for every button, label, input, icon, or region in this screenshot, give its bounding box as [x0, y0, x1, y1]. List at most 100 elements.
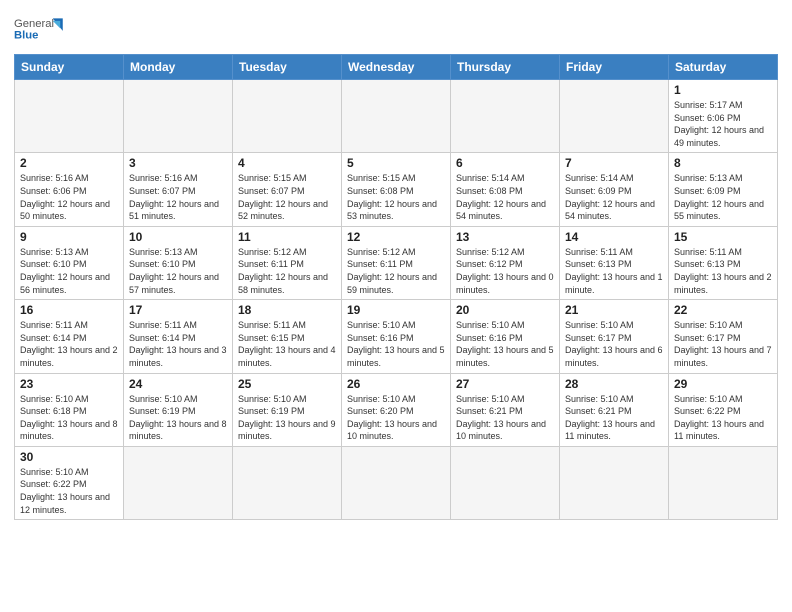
calendar-cell: 13 Sunrise: 5:12 AMSunset: 6:12 PMDayligh…	[451, 226, 560, 299]
calendar-week-4: 23Sunrise: 5:10 AMSunset: 6:18 PMDayligh…	[15, 373, 778, 446]
calendar-cell	[669, 446, 778, 519]
calendar-cell: 12 Sunrise: 5:12 AMSunset: 6:11 PMDayligh…	[342, 226, 451, 299]
calendar-week-3: 16Sunrise: 5:11 AMSunset: 6:14 PMDayligh…	[15, 300, 778, 373]
day-number: 18	[238, 303, 336, 317]
day-number: 3	[129, 156, 227, 170]
day-number: 24	[129, 377, 227, 391]
calendar-cell: 28 Sunrise: 5:10 AMSunset: 6:21 PMDayligh…	[560, 373, 669, 446]
calendar-cell	[451, 80, 560, 153]
calendar-cell: 21 Sunrise: 5:10 AMSunset: 6:17 PMDayligh…	[560, 300, 669, 373]
calendar-cell	[560, 80, 669, 153]
calendar-cell: 8 Sunrise: 5:13 AMSunset: 6:09 PMDaylight…	[669, 153, 778, 226]
calendar-cell: 6Sunrise: 5:14 AMSunset: 6:08 PMDaylight…	[451, 153, 560, 226]
calendar-cell	[124, 446, 233, 519]
day-info: Sunrise: 5:10 AMSunset: 6:19 PMDaylight:…	[129, 393, 227, 443]
calendar-cell: 17Sunrise: 5:11 AMSunset: 6:14 PMDayligh…	[124, 300, 233, 373]
day-info: Sunrise: 5:10 AMSunset: 6:16 PMDaylight:…	[347, 319, 445, 369]
calendar-cell: 15 Sunrise: 5:11 AMSunset: 6:13 PMDayligh…	[669, 226, 778, 299]
day-number: 27	[456, 377, 554, 391]
day-number: 22	[674, 303, 772, 317]
calendar-cell: 20 Sunrise: 5:10 AMSunset: 6:16 PMDayligh…	[451, 300, 560, 373]
calendar-cell: 30 Sunrise: 5:10 AMSunset: 6:22 PMDayligh…	[15, 446, 124, 519]
weekday-header-tuesday: Tuesday	[233, 55, 342, 80]
weekday-header-wednesday: Wednesday	[342, 55, 451, 80]
day-info: Sunrise: 5:16 AMSunset: 6:06 PMDaylight:…	[20, 172, 118, 222]
day-number: 5	[347, 156, 445, 170]
day-info: Sunrise: 5:15 AMSunset: 6:07 PMDaylight:…	[238, 172, 336, 222]
calendar-week-1: 2Sunrise: 5:16 AMSunset: 6:06 PMDaylight…	[15, 153, 778, 226]
day-number: 9	[20, 230, 118, 244]
calendar-cell: 1Sunrise: 5:17 AMSunset: 6:06 PMDaylight…	[669, 80, 778, 153]
day-info: Sunrise: 5:14 AMSunset: 6:09 PMDaylight:…	[565, 172, 663, 222]
day-number: 20	[456, 303, 554, 317]
day-info: Sunrise: 5:13 AMSunset: 6:10 PMDaylight:…	[20, 246, 118, 296]
day-info: Sunrise: 5:10 AMSunset: 6:20 PMDaylight:…	[347, 393, 445, 443]
calendar-cell	[124, 80, 233, 153]
day-info: Sunrise: 5:11 AMSunset: 6:13 PMDaylight:…	[565, 246, 663, 296]
day-info: Sunrise: 5:10 AMSunset: 6:17 PMDaylight:…	[674, 319, 772, 369]
day-number: 26	[347, 377, 445, 391]
calendar-cell: 14Sunrise: 5:11 AMSunset: 6:13 PMDayligh…	[560, 226, 669, 299]
calendar-cell: 24 Sunrise: 5:10 AMSunset: 6:19 PMDayligh…	[124, 373, 233, 446]
calendar-cell: 16Sunrise: 5:11 AMSunset: 6:14 PMDayligh…	[15, 300, 124, 373]
calendar-cell: 19 Sunrise: 5:10 AMSunset: 6:16 PMDayligh…	[342, 300, 451, 373]
calendar-cell: 2Sunrise: 5:16 AMSunset: 6:06 PMDaylight…	[15, 153, 124, 226]
calendar: SundayMondayTuesdayWednesdayThursdayFrid…	[14, 54, 778, 520]
day-number: 10	[129, 230, 227, 244]
weekday-header-saturday: Saturday	[669, 55, 778, 80]
day-info: Sunrise: 5:12 AMSunset: 6:11 PMDaylight:…	[347, 246, 445, 296]
day-number: 28	[565, 377, 663, 391]
day-number: 13	[456, 230, 554, 244]
weekday-header-thursday: Thursday	[451, 55, 560, 80]
calendar-cell	[342, 80, 451, 153]
calendar-cell: 4 Sunrise: 5:15 AMSunset: 6:07 PMDaylight…	[233, 153, 342, 226]
day-number: 29	[674, 377, 772, 391]
day-number: 11	[238, 230, 336, 244]
day-number: 7	[565, 156, 663, 170]
calendar-cell: 7 Sunrise: 5:14 AMSunset: 6:09 PMDaylight…	[560, 153, 669, 226]
day-number: 30	[20, 450, 118, 464]
day-number: 4	[238, 156, 336, 170]
calendar-cell: 29Sunrise: 5:10 AMSunset: 6:22 PMDayligh…	[669, 373, 778, 446]
day-number: 19	[347, 303, 445, 317]
day-number: 8	[674, 156, 772, 170]
day-number: 15	[674, 230, 772, 244]
day-info: Sunrise: 5:12 AMSunset: 6:12 PMDaylight:…	[456, 246, 554, 296]
calendar-cell: 25Sunrise: 5:10 AMSunset: 6:19 PMDayligh…	[233, 373, 342, 446]
logo: General Blue	[14, 10, 64, 48]
day-info: Sunrise: 5:11 AMSunset: 6:15 PMDaylight:…	[238, 319, 336, 369]
day-info: Sunrise: 5:10 AMSunset: 6:17 PMDaylight:…	[565, 319, 663, 369]
day-info: Sunrise: 5:11 AMSunset: 6:14 PMDaylight:…	[20, 319, 118, 369]
calendar-week-2: 9 Sunrise: 5:13 AMSunset: 6:10 PMDaylight…	[15, 226, 778, 299]
day-info: Sunrise: 5:10 AMSunset: 6:22 PMDaylight:…	[20, 466, 118, 516]
calendar-cell: 10Sunrise: 5:13 AMSunset: 6:10 PMDayligh…	[124, 226, 233, 299]
day-number: 21	[565, 303, 663, 317]
day-info: Sunrise: 5:11 AMSunset: 6:13 PMDaylight:…	[674, 246, 772, 296]
day-number: 1	[674, 83, 772, 97]
calendar-cell	[233, 446, 342, 519]
day-number: 6	[456, 156, 554, 170]
calendar-cell: 23Sunrise: 5:10 AMSunset: 6:18 PMDayligh…	[15, 373, 124, 446]
logo-svg: General Blue	[14, 10, 64, 48]
calendar-cell: 22 Sunrise: 5:10 AMSunset: 6:17 PMDayligh…	[669, 300, 778, 373]
day-info: Sunrise: 5:10 AMSunset: 6:18 PMDaylight:…	[20, 393, 118, 443]
calendar-cell	[451, 446, 560, 519]
calendar-cell: 26 Sunrise: 5:10 AMSunset: 6:20 PMDayligh…	[342, 373, 451, 446]
day-number: 12	[347, 230, 445, 244]
page-header: General Blue	[14, 10, 778, 48]
calendar-cell	[233, 80, 342, 153]
day-info: Sunrise: 5:15 AMSunset: 6:08 PMDaylight:…	[347, 172, 445, 222]
calendar-week-0: 1Sunrise: 5:17 AMSunset: 6:06 PMDaylight…	[15, 80, 778, 153]
day-info: Sunrise: 5:10 AMSunset: 6:21 PMDaylight:…	[565, 393, 663, 443]
calendar-cell	[15, 80, 124, 153]
day-info: Sunrise: 5:10 AMSunset: 6:19 PMDaylight:…	[238, 393, 336, 443]
calendar-cell: 5 Sunrise: 5:15 AMSunset: 6:08 PMDaylight…	[342, 153, 451, 226]
day-info: Sunrise: 5:10 AMSunset: 6:16 PMDaylight:…	[456, 319, 554, 369]
calendar-cell: 9 Sunrise: 5:13 AMSunset: 6:10 PMDaylight…	[15, 226, 124, 299]
day-info: Sunrise: 5:13 AMSunset: 6:09 PMDaylight:…	[674, 172, 772, 222]
calendar-cell: 11 Sunrise: 5:12 AMSunset: 6:11 PMDayligh…	[233, 226, 342, 299]
weekday-header-friday: Friday	[560, 55, 669, 80]
day-info: Sunrise: 5:12 AMSunset: 6:11 PMDaylight:…	[238, 246, 336, 296]
svg-text:Blue: Blue	[14, 29, 38, 41]
calendar-week-5: 30 Sunrise: 5:10 AMSunset: 6:22 PMDayligh…	[15, 446, 778, 519]
